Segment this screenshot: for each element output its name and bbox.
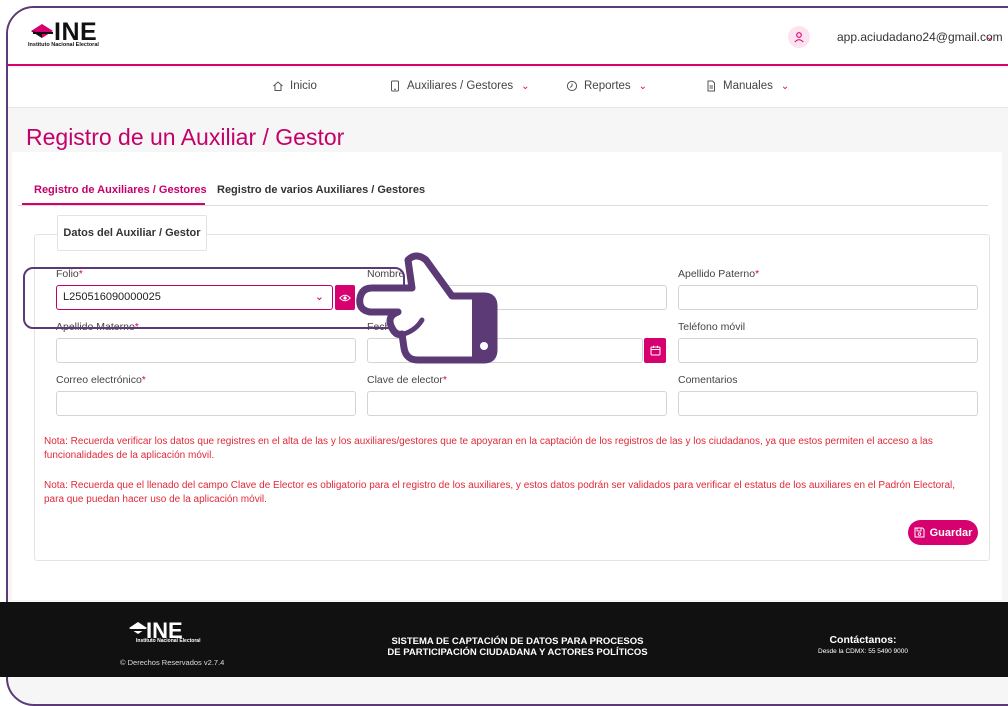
save-button-label: Guardar: [929, 526, 973, 539]
nav-item-reportes[interactable]: Reportes ⌄: [566, 80, 647, 92]
apellido-paterno-field[interactable]: [678, 285, 978, 310]
footer: INE Instituto Nacional Electoral © Derec…: [0, 602, 1008, 677]
ine-logo[interactable]: INE Instituto Nacional Electoral: [28, 18, 138, 54]
top-bar: INE Instituto Nacional Electoral app.aci…: [8, 8, 1008, 66]
clave-label: Clave de elector*: [367, 374, 447, 386]
footer-copyright: © Derechos Reservados v2.7.4: [120, 658, 225, 667]
annotation-highlight: [23, 267, 405, 329]
main-nav: Inicio Auxiliares / Gestores ⌄ Reportes …: [8, 68, 1008, 108]
required-mark: *: [755, 268, 760, 280]
correo-label: Correo electrónico*: [56, 374, 146, 386]
main-content: Registro de Auxiliares / Gestores Regist…: [12, 152, 1002, 600]
nav-item-auxiliares[interactable]: Auxiliares / Gestores ⌄: [389, 80, 530, 92]
required-mark: *: [442, 374, 447, 386]
footer-system-name: SISTEMA DE CAPTACIÓN DE DATOS PARA PROCE…: [387, 636, 648, 658]
nav-item-label: Inicio: [290, 80, 317, 92]
tab-registro-auxiliares[interactable]: Registro de Auxiliares / Gestores: [34, 184, 207, 196]
correo-field[interactable]: [56, 391, 356, 416]
tab-bar: Registro de Auxiliares / Gestores Regist…: [18, 178, 988, 206]
logo-subtitle: Instituto Nacional Electoral: [28, 42, 99, 48]
apellido-paterno-label-text: Apellido Paterno: [678, 268, 756, 280]
nav-item-inicio[interactable]: Inicio: [272, 80, 317, 92]
home-icon: [273, 81, 283, 91]
footer-logo-subtitle: Instituto Nacional Electoral: [136, 638, 201, 644]
footer-contact: Contáctanos: Desde la CDMX: 55 5490 9000: [808, 634, 918, 655]
chevron-down-icon: ⌄: [638, 80, 648, 92]
chevron-down-icon: ⌄: [521, 80, 530, 92]
nav-item-label: Reportes: [584, 80, 631, 92]
user-email[interactable]: app.aciudadano24@gmail.com: [837, 30, 1003, 44]
ine-logo-icon: [31, 24, 53, 38]
nav-item-label: Manuales: [723, 80, 773, 92]
nav-item-manuales[interactable]: Manuales ⌄: [705, 80, 789, 92]
comentarios-field[interactable]: [678, 391, 978, 416]
telefono-label: Teléfono móvil: [678, 321, 745, 333]
floppy-icon: [914, 527, 925, 538]
ine-logo-icon: [129, 622, 147, 634]
save-button[interactable]: Guardar: [908, 520, 978, 545]
footer-contact-title: Contáctanos:: [829, 634, 897, 646]
chevron-down-icon: ⌄: [780, 80, 790, 92]
section-title: Datos del Auxiliar / Gestor: [57, 215, 207, 251]
apellido-materno-field[interactable]: [56, 338, 356, 363]
tablet-icon: [391, 80, 399, 92]
tab-registro-varios[interactable]: Registro de varios Auxiliares / Gestores: [217, 184, 425, 196]
chevron-down-icon[interactable]: ⌄: [985, 30, 994, 43]
clock-icon: [566, 80, 578, 92]
pointing-hand-icon: [356, 252, 498, 364]
apellido-paterno-label: Apellido Paterno*: [678, 268, 759, 280]
document-icon: [707, 80, 715, 92]
footer-contact-phone: Desde la CDMX: 55 5490 9000: [818, 648, 908, 655]
calendar-icon: [650, 345, 660, 356]
telefono-field[interactable]: [678, 338, 978, 363]
comentarios-label-text: Comentarios: [678, 374, 738, 386]
footer-logo: INE Instituto Nacional Electoral: [128, 618, 238, 652]
active-tab-indicator: [22, 203, 205, 205]
telefono-label-text: Teléfono móvil: [678, 321, 746, 333]
user-avatar[interactable]: [788, 26, 810, 48]
note-verify: Nota: Recuerda verificar los datos que r…: [44, 436, 933, 461]
page-title: Registro de un Auxiliar / Gestor: [26, 124, 345, 150]
calendar-button[interactable]: [644, 338, 666, 363]
required-mark: *: [141, 374, 146, 386]
nav-item-label: Auxiliares / Gestores: [407, 80, 514, 92]
note-clave: Nota: Recuerda que el llenado del campo …: [44, 480, 956, 505]
clave-label-text: Clave de elector: [367, 374, 443, 386]
user-icon: [794, 32, 804, 43]
correo-label-text: Correo electrónico: [56, 374, 142, 386]
clave-field[interactable]: [367, 391, 667, 416]
comentarios-label: Comentarios: [678, 374, 738, 386]
